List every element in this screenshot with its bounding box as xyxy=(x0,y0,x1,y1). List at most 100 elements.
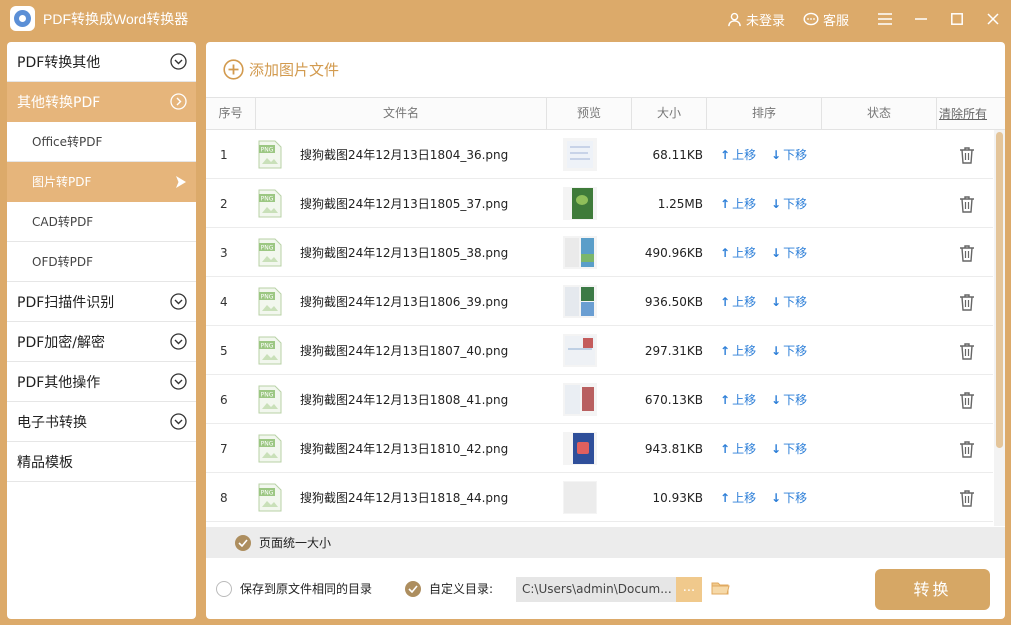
sidebar-subitem-cad-to-pdf[interactable]: CAD转PDF xyxy=(7,202,196,242)
convert-button[interactable]: 转换 xyxy=(875,569,990,610)
sidebar-item-ebook[interactable]: 电子书转换 xyxy=(7,402,196,442)
radio-checked-icon[interactable] xyxy=(405,580,421,597)
minimize-button[interactable] xyxy=(903,0,939,38)
file-preview-thumbnail[interactable] xyxy=(563,228,597,277)
move-down-button[interactable]: ↓ 下移 xyxy=(771,179,807,228)
sidebar-item-other-to-pdf[interactable]: 其他转换PDF xyxy=(7,82,196,122)
close-button[interactable] xyxy=(975,0,1011,38)
move-up-button[interactable]: ↑ 上移 xyxy=(720,424,756,473)
move-down-button[interactable]: ↓ 下移 xyxy=(771,130,807,179)
move-up-button[interactable]: ↑ 上移 xyxy=(720,473,756,522)
file-size: 68.11KB xyxy=(652,147,703,162)
file-preview-thumbnail[interactable] xyxy=(563,277,597,326)
table-row[interactable]: 3 PNG 搜狗截图24年12月13日1805_38.png 490.96KB ↑ 上移 ↓… xyxy=(206,228,993,277)
table-row[interactable]: 2 PNG 搜狗截图24年12月13日1805_37.png 1.25MB ↑ 上移 ↓ 下移 xyxy=(206,179,993,228)
sidebar-subitem-office-to-pdf[interactable]: Office转PDF xyxy=(7,122,196,162)
table-row[interactable]: 4 PNG 搜狗截图24年12月13日1806_39.png 936.50KB ↑ 上移 ↓… xyxy=(206,277,993,326)
chat-icon xyxy=(803,12,819,25)
table-row[interactable]: 5 PNG 搜狗截图24年12月13日1807_40.png 297.31KB ↑ 上移 ↓… xyxy=(206,326,993,375)
trash-icon xyxy=(960,293,974,311)
uniform-size-option[interactable]: 页面统一大小 xyxy=(206,527,1005,558)
file-preview-thumbnail[interactable] xyxy=(563,375,597,424)
move-down-button[interactable]: ↓ 下移 xyxy=(771,424,807,473)
trash-icon xyxy=(960,146,974,164)
png-label: PNG xyxy=(261,490,274,497)
browse-button[interactable]: ... xyxy=(676,577,702,602)
move-down-button[interactable]: ↓ 下移 xyxy=(771,277,807,326)
sidebar-item-label: 电子书转换 xyxy=(17,414,87,431)
sidebar-subitem-ofd-to-pdf[interactable]: OFD转PDF xyxy=(7,242,196,282)
folder-icon[interactable] xyxy=(711,580,730,596)
uniform-size-label: 页面统一大小 xyxy=(259,536,332,550)
plus-circle-icon xyxy=(223,59,244,80)
file-size: 1.25MB xyxy=(657,196,703,211)
file-preview-thumbnail[interactable] xyxy=(563,179,597,228)
move-down-label: 下移 xyxy=(783,393,808,407)
delete-button[interactable] xyxy=(959,424,975,473)
save-same-dir-option[interactable]: 保存到原文件相同的目录 xyxy=(216,580,372,597)
move-down-button[interactable]: ↓ 下移 xyxy=(771,473,807,522)
service-link[interactable]: 客服 xyxy=(803,10,849,29)
delete-button[interactable] xyxy=(959,326,975,375)
move-up-button[interactable]: ↑ 上移 xyxy=(720,326,756,375)
sidebar-item-label: PDF转换其他 xyxy=(17,54,101,71)
hamburger-icon xyxy=(878,13,892,25)
output-options: 保存到原文件相同的目录 自定义目录: C:\Users\admin\Docum.… xyxy=(206,558,1005,619)
delete-button[interactable] xyxy=(959,473,975,522)
png-file-icon: PNG xyxy=(258,375,282,424)
sidebar-item-pdf-encrypt[interactable]: PDF加密/解密 xyxy=(7,322,196,362)
file-preview-thumbnail[interactable] xyxy=(563,130,597,179)
file-preview-thumbnail[interactable] xyxy=(563,326,597,375)
sidebar-item-templates[interactable]: 精品模板 xyxy=(7,442,196,482)
checkmark-icon[interactable] xyxy=(235,534,251,551)
sidebar-subitem-image-to-pdf[interactable]: 图片转PDF xyxy=(7,162,196,202)
trash-icon xyxy=(960,440,974,458)
delete-button[interactable] xyxy=(959,228,975,277)
custom-dir-option[interactable]: 自定义目录: xyxy=(405,580,493,597)
output-path-field[interactable]: C:\Users\admin\Docum... xyxy=(516,577,676,602)
move-up-button[interactable]: ↑ 上移 xyxy=(720,130,756,179)
move-down-button[interactable]: ↓ 下移 xyxy=(771,375,807,424)
arrow-down-icon: ↓ xyxy=(771,294,782,309)
maximize-button[interactable] xyxy=(939,0,975,38)
table-row[interactable]: 1 PNG 搜狗截图24年12月13日1804_36.png 68.11KB ↑ 上移 ↓ 下… xyxy=(206,130,993,179)
move-up-button[interactable]: ↑ 上移 xyxy=(720,228,756,277)
table-row[interactable]: 8 PNG 搜狗截图24年12月13日1818_44.png 10.93KB ↑ 上移 ↓ 下… xyxy=(206,473,993,522)
move-up-button[interactable]: ↑ 上移 xyxy=(720,277,756,326)
move-up-button[interactable]: ↑ 上移 xyxy=(720,179,756,228)
delete-button[interactable] xyxy=(959,277,975,326)
clear-all-link[interactable]: 清除所有 xyxy=(939,98,987,129)
arrow-down-icon: ↓ xyxy=(771,245,782,260)
sidebar-item-pdf-to-other[interactable]: PDF转换其他 xyxy=(7,42,196,82)
file-preview-thumbnail[interactable] xyxy=(563,473,597,522)
table-row[interactable]: 6 PNG 搜狗截图24年12月13日1808_41.png 670.13KB ↑ 上移 ↓… xyxy=(206,375,993,424)
add-image-file-button[interactable]: 添加图片文件 xyxy=(223,59,339,80)
arrow-down-icon: ↓ xyxy=(771,490,782,505)
move-down-button[interactable]: ↓ 下移 xyxy=(771,228,807,277)
move-down-label: 下移 xyxy=(783,295,808,309)
chevron-down-icon xyxy=(170,293,187,310)
login-link[interactable]: 未登录 xyxy=(727,10,785,29)
arrow-down-icon: ↓ xyxy=(771,147,782,162)
sidebar-item-pdf-other-ops[interactable]: PDF其他操作 xyxy=(7,362,196,402)
move-down-button[interactable]: ↓ 下移 xyxy=(771,326,807,375)
table-row[interactable]: 7 PNG 搜狗截图24年12月13日1810_42.png 943.81KB ↑ 上移 ↓… xyxy=(206,424,993,473)
png-file-icon: PNG xyxy=(258,277,282,326)
sidebar-item-pdf-scan-ocr[interactable]: PDF扫描件识别 xyxy=(7,282,196,322)
delete-button[interactable] xyxy=(959,179,975,228)
move-up-label: 上移 xyxy=(732,197,757,211)
chevron-down-icon xyxy=(170,373,187,390)
png-file-icon: PNG xyxy=(258,179,282,228)
sidebar-subitem-label: Office转PDF xyxy=(32,135,103,149)
radio-unchecked-icon[interactable] xyxy=(216,580,232,597)
arrow-down-icon: ↓ xyxy=(771,392,782,407)
file-preview-thumbnail[interactable] xyxy=(563,424,597,473)
menu-button[interactable] xyxy=(867,0,903,38)
scroll-thumb[interactable] xyxy=(996,132,1003,448)
sidebar-item-label: 其他转换PDF xyxy=(17,94,101,111)
delete-button[interactable] xyxy=(959,375,975,424)
scrollbar[interactable] xyxy=(994,130,1005,526)
move-up-button[interactable]: ↑ 上移 xyxy=(720,375,756,424)
delete-button[interactable] xyxy=(959,130,975,179)
col-header-no: 序号 xyxy=(206,98,256,129)
